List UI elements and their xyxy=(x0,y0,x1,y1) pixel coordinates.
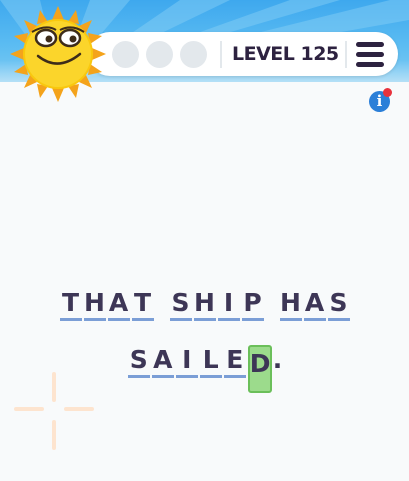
hint-slot xyxy=(146,41,173,68)
letter-tile[interactable]: I xyxy=(217,288,240,321)
hint-slot xyxy=(180,41,207,68)
letter-tile[interactable]: P xyxy=(241,288,264,321)
selected-letter-tile[interactable]: D xyxy=(247,345,272,393)
letter-tile[interactable]: S xyxy=(127,345,150,378)
letter-tile[interactable]: E xyxy=(223,345,246,378)
phrase-word: SHIP xyxy=(169,288,265,321)
letter-tile[interactable]: A xyxy=(107,288,130,321)
top-bar: LEVEL 125 xyxy=(88,32,398,76)
letter-tile[interactable]: T xyxy=(131,288,154,321)
letter-tile[interactable]: I xyxy=(175,345,198,378)
smiling-sun-icon xyxy=(10,6,106,102)
notification-badge xyxy=(383,88,392,97)
divider xyxy=(220,41,222,68)
letter-tile[interactable]: H xyxy=(193,288,216,321)
letter-tile[interactable]: A xyxy=(151,345,174,378)
letter-tile[interactable]: H xyxy=(279,288,302,321)
hint-slot xyxy=(112,41,139,68)
phrase-word: HAS xyxy=(279,288,351,321)
hamburger-menu-icon[interactable] xyxy=(356,41,384,68)
letter-tile[interactable]: S xyxy=(169,288,192,321)
letter-tile[interactable]: H xyxy=(83,288,106,321)
punctuation: . xyxy=(272,345,283,374)
phrase-word: S A I L E D. xyxy=(127,345,283,393)
phrase-word: THAT xyxy=(59,288,155,321)
letter-tile[interactable]: T xyxy=(59,288,82,321)
letter-tile[interactable]: S xyxy=(327,288,350,321)
letter-tile[interactable]: L xyxy=(199,345,222,378)
phrase-line: THATSHIPHAS xyxy=(0,288,409,321)
divider xyxy=(345,41,347,68)
crosshair-icon xyxy=(14,372,94,450)
letter-tile[interactable]: A xyxy=(303,288,326,321)
level-label: LEVEL 125 xyxy=(232,43,339,65)
